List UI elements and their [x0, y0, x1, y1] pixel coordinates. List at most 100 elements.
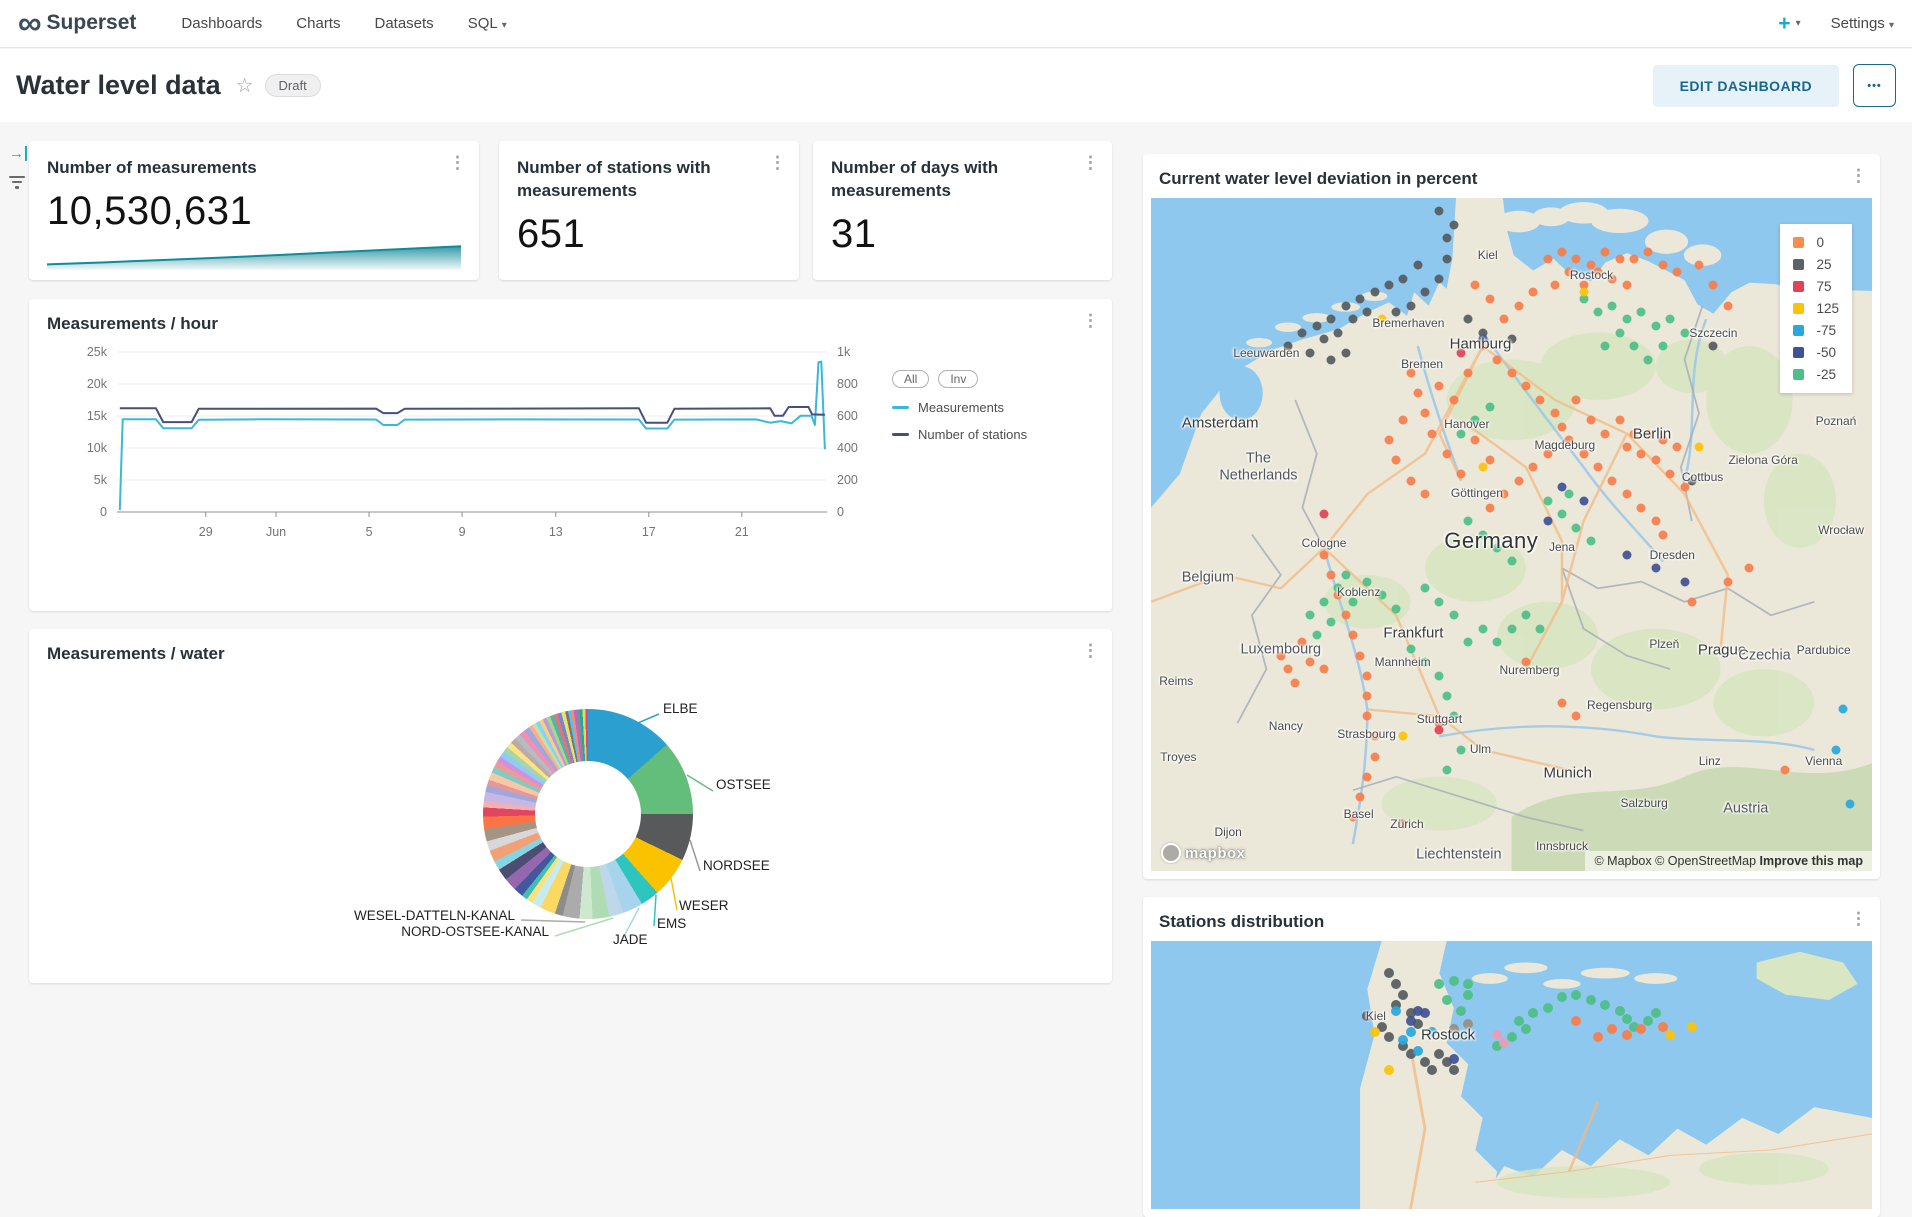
station-dot: [1406, 1027, 1416, 1037]
stations-map[interactable]: KielRostock: [1151, 941, 1872, 1209]
station-dot: [1435, 382, 1444, 391]
dashboard-more-button[interactable]: •••: [1853, 64, 1896, 107]
station-dot: [1514, 476, 1523, 485]
station-dot: [1594, 268, 1603, 277]
map-legend-item[interactable]: 125: [1793, 301, 1839, 316]
map-legend-item[interactable]: -50: [1793, 345, 1839, 360]
expand-filter-bar-icon[interactable]: →: [9, 146, 27, 161]
station-dot: [1298, 328, 1307, 337]
station-dot: [1320, 550, 1329, 559]
station-dot: [1420, 409, 1429, 418]
legend-swatch: [1793, 325, 1804, 336]
station-dot: [1709, 342, 1718, 351]
station-dot: [1608, 274, 1617, 283]
station-dot: [1507, 624, 1516, 633]
map-land-shapes: [1151, 198, 1872, 871]
station-dot: [1283, 342, 1292, 351]
station-dot: [1622, 443, 1631, 452]
chevron-down-icon: ▾: [502, 20, 507, 31]
card-title: Number of measurements: [47, 157, 461, 180]
station-dot: [1643, 1016, 1653, 1026]
edit-dashboard-button[interactable]: EDIT DASHBOARD: [1653, 65, 1839, 107]
map-legend-item[interactable]: -75: [1793, 323, 1839, 338]
station-dot: [1745, 564, 1754, 573]
station-dot: [1521, 1024, 1531, 1034]
legend-entry[interactable]: Number of stations: [892, 427, 1092, 442]
station-dot: [1348, 631, 1357, 640]
kebab-menu-icon[interactable]: ⋮: [1850, 909, 1867, 929]
station-dot: [1565, 490, 1574, 499]
svg-text:Jun: Jun: [266, 525, 286, 539]
mapbox-circle-icon: [1161, 843, 1181, 863]
station-dot: [1457, 469, 1466, 478]
station-dot: [1565, 436, 1574, 445]
kebab-menu-icon[interactable]: ⋮: [1082, 153, 1099, 173]
deviation-map[interactable]: 02575125-75-50-25LeeuwardenAmsterdamThe …: [1151, 198, 1872, 871]
donut-label: EMS: [657, 916, 686, 931]
legend-entry[interactable]: Measurements: [892, 400, 1092, 415]
svg-text:29: 29: [199, 525, 213, 539]
map-land-shapes: [1151, 941, 1872, 1209]
legend-button-all[interactable]: All: [892, 370, 929, 388]
map-legend-item[interactable]: 0: [1793, 235, 1839, 250]
station-dot: [1680, 483, 1689, 492]
legend-label: Measurements: [918, 400, 1004, 415]
station-dot: [1420, 288, 1429, 297]
donut-label: OSTSEE: [716, 777, 771, 792]
station-dot: [1521, 611, 1530, 620]
kebab-menu-icon[interactable]: ⋮: [769, 153, 786, 173]
chart-legend: All Inv Measurements Number of stations: [892, 340, 1092, 558]
settings-menu[interactable]: Settings ▾: [1831, 15, 1894, 32]
map-legend-item[interactable]: 75: [1793, 279, 1839, 294]
legend-swatch: [1793, 369, 1804, 380]
new-item-button[interactable]: + ▾: [1778, 13, 1800, 34]
station-dot: [1363, 308, 1372, 317]
station-dot: [1557, 992, 1567, 1002]
station-dot: [1384, 968, 1394, 978]
nav-item-datasets[interactable]: Datasets: [374, 15, 433, 32]
station-dot: [1463, 979, 1473, 989]
station-dot: [1334, 328, 1343, 337]
brand-name: Superset: [47, 11, 137, 35]
station-dot: [1630, 342, 1639, 351]
card-measurements-per-hour: Measurements / hour ⋮ 005k20010k40015k60…: [29, 299, 1112, 611]
card-number-of-measurements: Number of measurements ⋮ 10,530,631: [29, 141, 479, 280]
improve-map-link[interactable]: Improve this map: [1760, 854, 1864, 868]
favorite-star-icon[interactable]: ☆: [236, 73, 254, 98]
nav-item-charts[interactable]: Charts: [296, 15, 340, 32]
nav-item-dashboards[interactable]: Dashboards: [181, 15, 262, 32]
station-dot: [1363, 772, 1372, 781]
legend-swatch: [1793, 281, 1804, 292]
station-dot: [1370, 1027, 1380, 1037]
card-water-level-deviation-map: Current water level deviation in percent…: [1143, 154, 1880, 879]
station-dot: [1420, 584, 1429, 593]
filter-icon[interactable]: [8, 176, 26, 192]
kebab-menu-icon[interactable]: ⋮: [449, 153, 466, 173]
map-legend-item[interactable]: -25: [1793, 367, 1839, 382]
mapbox-logo[interactable]: mapbox: [1161, 843, 1246, 863]
station-dot: [1608, 476, 1617, 485]
station-dot: [1435, 207, 1444, 216]
station-dot: [1543, 449, 1552, 458]
kebab-menu-icon[interactable]: ⋮: [1850, 166, 1867, 186]
legend-swatch: [892, 406, 909, 409]
station-dot: [1413, 261, 1422, 270]
superset-logo[interactable]: ∞ Superset: [18, 10, 136, 36]
station-dot: [1471, 416, 1480, 425]
map-legend-item[interactable]: 25: [1793, 257, 1839, 272]
station-dot: [1622, 315, 1631, 324]
legend-button-inv[interactable]: Inv: [938, 370, 978, 388]
kebab-menu-icon[interactable]: ⋮: [1082, 311, 1099, 331]
station-dot: [1666, 315, 1675, 324]
station-dot: [1593, 1032, 1603, 1042]
svg-text:400: 400: [837, 441, 858, 455]
station-dot: [1305, 658, 1314, 667]
station-dot: [1500, 490, 1509, 499]
nav-item-sql[interactable]: SQL▾: [468, 15, 507, 32]
kebab-menu-icon[interactable]: ⋮: [1082, 641, 1099, 661]
attribution-text[interactable]: © Mapbox © OpenStreetMap: [1594, 854, 1759, 868]
station-dot: [1586, 995, 1596, 1005]
station-dot: [1658, 530, 1667, 539]
station-dot: [1442, 234, 1451, 243]
station-dot: [1507, 557, 1516, 566]
